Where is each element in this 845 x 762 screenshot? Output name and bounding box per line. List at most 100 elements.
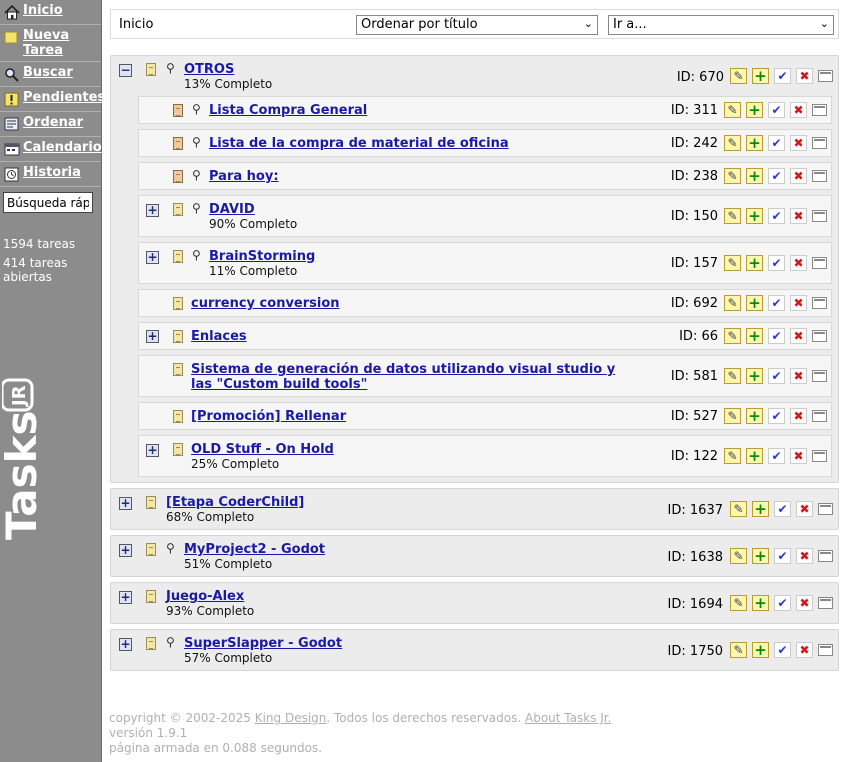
- add-subtask-icon[interactable]: +: [746, 207, 763, 225]
- about-link[interactable]: About Tasks Jr.: [525, 711, 611, 725]
- delete-cross-icon[interactable]: ✖: [790, 295, 807, 311]
- delete-cross-icon[interactable]: ✖: [796, 501, 813, 517]
- nav-pendientes[interactable]: Pendientes: [0, 87, 105, 112]
- edit-pencil-icon[interactable]: ✎: [724, 295, 741, 311]
- task-title-link[interactable]: [Etapa CoderChild]: [166, 495, 304, 510]
- edit-pencil-icon[interactable]: ✎: [730, 595, 747, 611]
- nav-inicio[interactable]: Inicio: [0, 0, 101, 25]
- delete-cross-icon[interactable]: ✖: [796, 642, 813, 658]
- window-icon[interactable]: [812, 330, 827, 342]
- add-subtask-icon[interactable]: +: [746, 134, 763, 152]
- task-title-link[interactable]: currency conversion: [191, 296, 340, 311]
- edit-pencil-icon[interactable]: ✎: [730, 548, 747, 564]
- complete-check-icon[interactable]: ✔: [774, 642, 791, 658]
- collapse-icon[interactable]: −: [119, 64, 132, 77]
- window-icon[interactable]: [812, 370, 827, 382]
- window-icon[interactable]: [812, 410, 827, 422]
- edit-pencil-icon[interactable]: ✎: [730, 68, 747, 84]
- task-title-link[interactable]: [Promoción] Rellenar: [191, 409, 346, 424]
- window-icon[interactable]: [812, 104, 827, 116]
- delete-cross-icon[interactable]: ✖: [790, 208, 807, 224]
- window-icon[interactable]: [818, 644, 833, 656]
- complete-check-icon[interactable]: ✔: [768, 448, 785, 464]
- edit-pencil-icon[interactable]: ✎: [724, 168, 741, 184]
- complete-check-icon[interactable]: ✔: [774, 548, 791, 564]
- window-icon[interactable]: [812, 297, 827, 309]
- nav-ordenar[interactable]: Ordenar: [0, 112, 101, 137]
- window-icon[interactable]: [818, 550, 833, 562]
- edit-pencil-icon[interactable]: ✎: [724, 448, 741, 464]
- add-subtask-icon[interactable]: +: [746, 367, 763, 385]
- task-title-link[interactable]: MyProject2 - Godot: [184, 542, 325, 557]
- quick-search-input[interactable]: [3, 192, 93, 213]
- task-title-link[interactable]: SuperSlapper - Godot: [184, 636, 342, 651]
- order-select[interactable]: Ordenar por título ⌄: [356, 15, 598, 35]
- task-title-link[interactable]: Lista Compra General: [209, 103, 367, 118]
- delete-cross-icon[interactable]: ✖: [790, 255, 807, 271]
- task-title-link[interactable]: Para hoy:: [209, 169, 279, 184]
- expand-icon[interactable]: +: [146, 251, 159, 264]
- delete-cross-icon[interactable]: ✖: [796, 548, 813, 564]
- complete-check-icon[interactable]: ✔: [768, 255, 785, 271]
- complete-check-icon[interactable]: ✔: [768, 168, 785, 184]
- add-subtask-icon[interactable]: +: [752, 594, 769, 612]
- edit-pencil-icon[interactable]: ✎: [724, 102, 741, 118]
- task-title-link[interactable]: OTROS: [184, 62, 234, 77]
- add-subtask-icon[interactable]: +: [752, 641, 769, 659]
- add-subtask-icon[interactable]: +: [752, 547, 769, 565]
- edit-pencil-icon[interactable]: ✎: [724, 408, 741, 424]
- complete-check-icon[interactable]: ✔: [768, 208, 785, 224]
- task-title-link[interactable]: BrainStorming: [209, 249, 315, 264]
- window-icon[interactable]: [812, 450, 827, 462]
- window-icon[interactable]: [818, 597, 833, 609]
- delete-cross-icon[interactable]: ✖: [796, 68, 813, 84]
- edit-pencil-icon[interactable]: ✎: [724, 255, 741, 271]
- nav-calendario[interactable]: Calendario: [0, 137, 102, 162]
- edit-pencil-icon[interactable]: ✎: [724, 135, 741, 151]
- add-subtask-icon[interactable]: +: [746, 447, 763, 465]
- complete-check-icon[interactable]: ✔: [768, 328, 785, 344]
- complete-check-icon[interactable]: ✔: [768, 368, 785, 384]
- edit-pencil-icon[interactable]: ✎: [724, 328, 741, 344]
- company-link[interactable]: King Design: [255, 711, 327, 725]
- nav-historia[interactable]: Historia: [0, 162, 101, 187]
- add-subtask-icon[interactable]: +: [746, 254, 763, 272]
- task-title-link[interactable]: Lista de la compra de material de oficin…: [209, 136, 509, 151]
- delete-cross-icon[interactable]: ✖: [790, 102, 807, 118]
- edit-pencil-icon[interactable]: ✎: [730, 642, 747, 658]
- complete-check-icon[interactable]: ✔: [774, 501, 791, 517]
- edit-pencil-icon[interactable]: ✎: [724, 368, 741, 384]
- add-subtask-icon[interactable]: +: [746, 294, 763, 312]
- window-icon[interactable]: [812, 170, 827, 182]
- delete-cross-icon[interactable]: ✖: [790, 368, 807, 384]
- delete-cross-icon[interactable]: ✖: [790, 168, 807, 184]
- nav-nueva-tarea[interactable]: Nueva Tarea: [0, 25, 101, 62]
- expand-icon[interactable]: +: [146, 330, 159, 343]
- task-title-link[interactable]: DAVID: [209, 202, 255, 217]
- add-subtask-icon[interactable]: +: [752, 500, 769, 518]
- window-icon[interactable]: [812, 210, 827, 222]
- window-icon[interactable]: [818, 503, 833, 515]
- edit-pencil-icon[interactable]: ✎: [724, 208, 741, 224]
- complete-check-icon[interactable]: ✔: [768, 102, 785, 118]
- add-subtask-icon[interactable]: +: [746, 101, 763, 119]
- expand-icon[interactable]: +: [119, 544, 132, 557]
- delete-cross-icon[interactable]: ✖: [790, 135, 807, 151]
- expand-icon[interactable]: +: [119, 638, 132, 651]
- expand-icon[interactable]: +: [119, 591, 132, 604]
- complete-check-icon[interactable]: ✔: [774, 595, 791, 611]
- add-subtask-icon[interactable]: +: [752, 67, 769, 85]
- complete-check-icon[interactable]: ✔: [768, 408, 785, 424]
- delete-cross-icon[interactable]: ✖: [796, 595, 813, 611]
- task-title-link[interactable]: Juego-Alex: [166, 589, 244, 604]
- delete-cross-icon[interactable]: ✖: [790, 328, 807, 344]
- edit-pencil-icon[interactable]: ✎: [730, 501, 747, 517]
- task-title-link[interactable]: Sistema de generación de datos utilizand…: [191, 362, 631, 392]
- window-icon[interactable]: [812, 257, 827, 269]
- expand-icon[interactable]: +: [146, 204, 159, 217]
- complete-check-icon[interactable]: ✔: [768, 295, 785, 311]
- window-icon[interactable]: [812, 137, 827, 149]
- window-icon[interactable]: [818, 70, 833, 82]
- complete-check-icon[interactable]: ✔: [768, 135, 785, 151]
- add-subtask-icon[interactable]: +: [746, 327, 763, 345]
